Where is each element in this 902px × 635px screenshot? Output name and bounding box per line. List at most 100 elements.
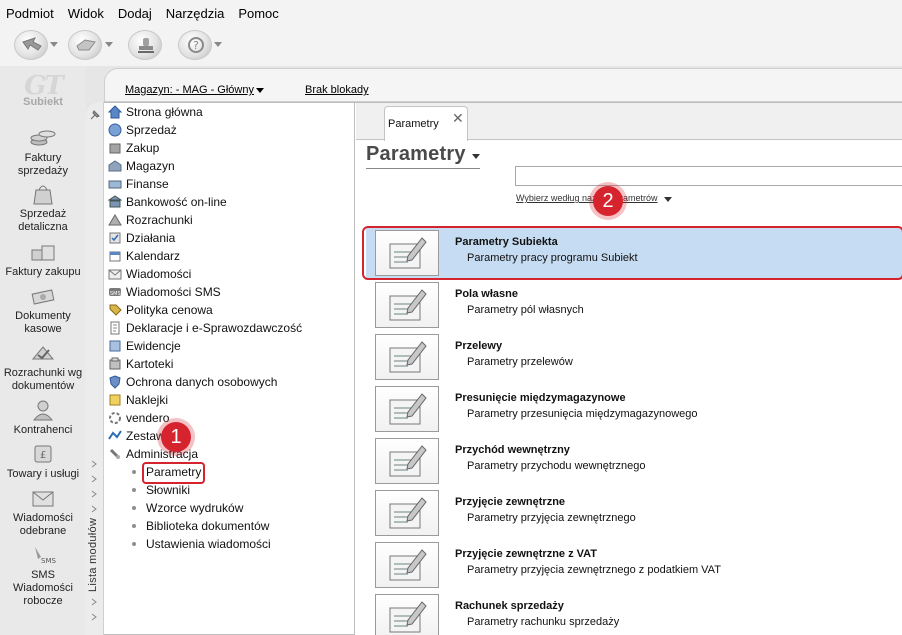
chevron-right-icon[interactable] [90, 505, 98, 513]
bullet-icon [132, 506, 136, 510]
menu-pomoc[interactable]: Pomoc [238, 6, 278, 21]
submodule-ustawienia-wiadomosci[interactable]: Ustawienia wiadomości [132, 535, 271, 553]
svg-text:£: £ [40, 450, 46, 461]
rail-item-wiadomosci-odebrane[interactable]: Wiadomości odebrane [0, 486, 86, 538]
module-label: Strona główna [126, 105, 203, 119]
title-underline [366, 168, 480, 169]
param-title: Przyjęcie zewnętrzne z VAT [455, 548, 598, 560]
rail-item-sms-wiadomosci-robocze[interactable]: SMS SMS Wiadomości robocze [0, 543, 86, 608]
module-ochrona-danych[interactable]: Ochrona danych osobowych [108, 373, 277, 391]
rail-item-label: SMS Wiadomości robocze [13, 569, 73, 607]
module-label: Bankowość on-line [126, 195, 227, 209]
module-ewidencje[interactable]: Ewidencje [108, 337, 181, 355]
param-row-przychod-wewnetrzny[interactable]: Przychód wewnętrzny Parametry przychodu … [366, 436, 902, 488]
rail-item-dokumenty-kasowe[interactable]: Dokumenty kasowe [0, 284, 86, 336]
tab-parametry[interactable]: Parametry ✕ [384, 106, 468, 141]
module-magazyn[interactable]: Magazyn [108, 157, 175, 175]
menu-widok[interactable]: Widok [68, 6, 104, 21]
menu-narzedzia[interactable]: Narzędzia [166, 6, 225, 21]
rail-item-label: Dokumenty kasowe [15, 310, 71, 335]
rail-item-faktury-sprzedazy[interactable]: Faktury sprzedaży [0, 126, 86, 178]
module-sprzedaz[interactable]: Sprzedaż [108, 121, 177, 139]
module-label: Administracja [126, 447, 199, 461]
page-title[interactable]: Parametry [366, 143, 466, 166]
module-label: Magazyn [126, 159, 175, 173]
param-row-pola-wlasne[interactable]: Pola własne Parametry pól własnych [366, 280, 902, 332]
reports-icon [108, 430, 122, 440]
param-title: Rachunek sprzedaży [455, 600, 564, 612]
param-row-rachunek-sprzedazy[interactable]: Rachunek sprzedaży Parametry rachunku sp… [366, 592, 902, 635]
module-strona-glowna[interactable]: Strona główna [108, 103, 203, 121]
home-icon [108, 105, 122, 119]
chevron-right-icon[interactable] [90, 460, 98, 468]
chevron-down-icon[interactable] [664, 197, 672, 202]
bullet-icon [132, 542, 136, 546]
chevron-down-icon[interactable] [472, 154, 480, 159]
coins-icon [30, 130, 56, 146]
module-naklejki[interactable]: Naklejki [108, 391, 168, 409]
rail-item-towary-i-uslugi[interactable]: £ Towary i usługi [0, 442, 86, 481]
module-kartoteki[interactable]: Kartoteki [108, 355, 173, 373]
warehouse-selector[interactable]: Magazyn: - MAG - Główny [125, 84, 264, 96]
back-dropdown-arrow[interactable] [50, 42, 58, 47]
pin-icon[interactable] [89, 109, 101, 121]
param-row-przesuniecie[interactable]: Presunięcie międzymagazynowe Parametry p… [366, 384, 902, 436]
chevron-right-icon[interactable] [90, 475, 98, 483]
param-row-przyjecie-zewnetrzne[interactable]: Przyjęcie zewnętrzne Parametry przyjęcia… [366, 488, 902, 540]
back-button[interactable] [14, 30, 48, 60]
sms-badge: SMS [41, 557, 56, 565]
rail-item-kontrahenci[interactable]: Kontrahenci [0, 398, 86, 437]
param-thumbnail [375, 490, 439, 536]
person-icon [32, 400, 54, 421]
help-dropdown-arrow[interactable] [214, 42, 222, 47]
parametry-highlight-box [142, 462, 205, 484]
module-rozrachunki[interactable]: Rozrachunki [108, 211, 193, 229]
rail-item-label: Faktury sprzedaży [17, 152, 69, 177]
module-deklaracje[interactable]: Deklaracje i e-Sprawozdawczość [108, 319, 302, 337]
module-vendero[interactable]: vendero [108, 409, 169, 427]
module-label: Ochrona danych osobowych [126, 375, 278, 389]
module-label: Deklaracje i e-Sprawozdawczość [126, 321, 303, 335]
module-dzialania[interactable]: Działania [108, 229, 175, 247]
param-desc: Parametry przelewów [467, 356, 573, 368]
lock-status-link[interactable]: Brak blokady [305, 84, 369, 96]
param-row-przyjecie-zewnetrzne-vat[interactable]: Przyjęcie zewnętrzne z VAT Parametry prz… [366, 540, 902, 592]
stamp-button[interactable] [128, 30, 162, 60]
help-button[interactable]: ? [178, 30, 212, 60]
rail-item-faktury-zakupu[interactable]: Faktury zakupu [0, 240, 86, 279]
module-wiadomosci-sms[interactable]: SMS Wiadomości SMS [108, 283, 221, 301]
module-bankowosc-online[interactable]: Bankowość on-line [108, 193, 227, 211]
actions-icon [109, 232, 121, 244]
param-row-przelewy[interactable]: Przelewy Parametry przelewów [366, 332, 902, 384]
bullet-icon [132, 524, 136, 528]
module-finanse[interactable]: Finanse [108, 175, 169, 193]
submodule-biblioteka-dokumentow[interactable]: Biblioteka dokumentów [132, 517, 269, 535]
purchase-icon [109, 143, 121, 154]
menu-podmiot[interactable]: Podmiot [6, 6, 54, 21]
search-input[interactable] [515, 166, 902, 186]
param-thumbnail [375, 386, 439, 432]
module-label: Zakup [126, 141, 160, 155]
rail-item-sprzedaz-detaliczna[interactable]: Sprzedaż detaliczna [0, 182, 86, 234]
chevron-right-icon[interactable] [90, 613, 98, 621]
rail-item-label: Rozrachunki wg dokumentów [3, 367, 83, 392]
menu-dodaj[interactable]: Dodaj [118, 6, 152, 21]
sales-icon [108, 123, 122, 137]
module-label: vendero [126, 411, 170, 425]
forward-dropdown-arrow[interactable] [105, 42, 113, 47]
module-wiadomosci[interactable]: Wiadomości [108, 265, 191, 283]
edit-document-icon [389, 393, 427, 425]
chevron-right-icon[interactable] [90, 490, 98, 498]
chevron-right-icon[interactable] [90, 598, 98, 606]
module-polityka-cenowa[interactable]: Polityka cenowa [108, 301, 213, 319]
module-zakup[interactable]: Zakup [108, 139, 159, 157]
submodule-label: Ustawienia wiadomości [146, 537, 271, 551]
param-thumbnail [375, 438, 439, 484]
filter-selector[interactable]: Wybierz według nazwy parametrów [516, 193, 657, 203]
submodule-wzorce-wydrukow[interactable]: Wzorce wydruków [132, 499, 243, 517]
forward-button[interactable] [68, 30, 102, 60]
module-kalendarz[interactable]: Kalendarz [108, 247, 180, 265]
close-icon[interactable]: ✕ [452, 110, 464, 127]
rail-item-label: Sprzedaż detaliczna [18, 208, 68, 233]
rail-item-rozrachunki-wg-dokumentow[interactable]: Rozrachunki wg dokumentów [0, 341, 86, 393]
